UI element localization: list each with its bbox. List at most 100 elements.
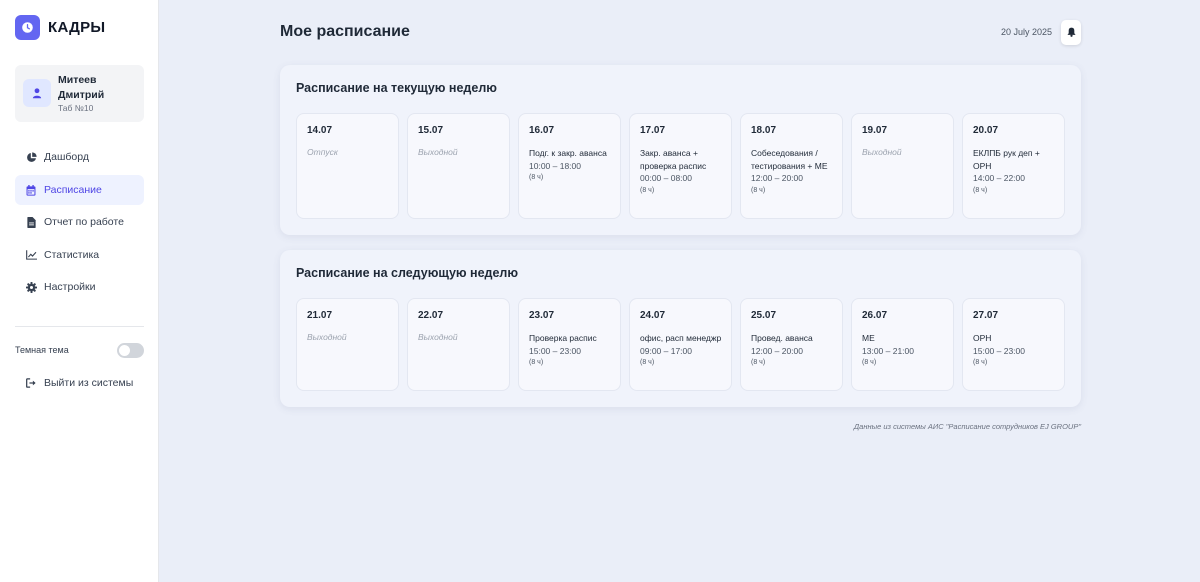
day-date: 24.07 xyxy=(640,310,666,321)
day-details: Выходной xyxy=(418,332,504,342)
day-details: ОРН 15:00 – 23:00 (8 ч) xyxy=(973,332,1059,366)
sidebar-divider xyxy=(15,326,144,327)
nav-item-dashboard[interactable]: Дашборд xyxy=(15,142,144,172)
day-card[interactable]: 16.07 Подг. к закр. аванса 10:00 – 18:00 (8… xyxy=(518,113,621,219)
day-details: Отпуск xyxy=(307,147,393,157)
day-card[interactable]: 18.07 Собеседования / тестирования + МЕ 12… xyxy=(740,113,843,219)
dark-theme-label: Темная тема xyxy=(15,345,69,355)
day-date: 19.07 xyxy=(862,125,888,136)
day-card[interactable]: 27.07 ОРН 15:00 – 23:00 (8 ч) xyxy=(962,298,1065,391)
nav-label: Расписание xyxy=(44,184,102,196)
day-details: Собеседования / тестирования + МЕ 12:00 –… xyxy=(751,147,837,194)
nav-label: Дашборд xyxy=(44,151,89,163)
bell-icon xyxy=(1066,24,1076,42)
shift-name: ОРН xyxy=(973,333,992,343)
shift-name: Проверка распис xyxy=(529,333,597,343)
shift-hours: (8 ч) xyxy=(862,359,877,366)
notifications-button[interactable] xyxy=(1061,20,1081,45)
shift-hours: (8 ч) xyxy=(973,186,988,194)
shift-hours: (8 ч) xyxy=(529,359,544,366)
shift-name: Закр. аванса + проверка распис xyxy=(640,148,707,171)
data-source-note: Данные из системы АИС "Расписание сотруд… xyxy=(853,422,1081,431)
shift-name: Провед. аванса xyxy=(751,333,813,343)
day-details: Проверка распис 15:00 – 23:00 (8 ч) xyxy=(529,332,615,366)
day-card[interactable]: 25.07 Провед. аванса 12:00 – 20:00 (8 ч) xyxy=(740,298,843,391)
clock-icon xyxy=(15,15,40,40)
nav-item-statistics[interactable]: Статистика xyxy=(15,240,144,270)
page-title: Мое расписание xyxy=(280,23,410,40)
shift-hours: (8 ч) xyxy=(751,186,766,194)
day-date: 14.07 xyxy=(307,125,333,136)
next-week-panel: Расписание на следующую неделю 21.07 Выхо… xyxy=(280,250,1081,407)
shift-name: Подг. к закр. аванса xyxy=(529,148,607,158)
dark-theme-toggle[interactable] xyxy=(117,343,144,358)
shift-time: 09:00 – 17:00 xyxy=(640,345,692,356)
day-status: Выходной xyxy=(418,332,458,342)
day-details: Выходной xyxy=(418,147,504,157)
day-card[interactable]: 17.07 Закр. аванса + проверка распис 00:00… xyxy=(629,113,732,219)
calendar-icon xyxy=(25,184,37,196)
day-status: Выходной xyxy=(418,147,458,157)
day-details: офис, расп менеджр 09:00 – 17:00 (8 ч) xyxy=(640,332,726,366)
shift-time: 00:00 – 08:00 xyxy=(640,173,692,183)
day-card[interactable]: 26.07 МЕ 13:00 – 21:00 (8 ч) xyxy=(851,298,954,391)
day-card[interactable]: 21.07 Выходной xyxy=(296,298,399,391)
pie-chart-icon xyxy=(25,151,37,163)
day-date: 21.07 xyxy=(307,310,333,321)
user-icon xyxy=(23,79,51,107)
gear-icon xyxy=(25,281,37,293)
day-status: Выходной xyxy=(307,332,347,342)
day-details: Подг. к закр. аванса 10:00 – 18:00 (8 ч) xyxy=(529,147,615,181)
shift-time: 10:00 – 18:00 xyxy=(529,160,581,171)
shift-time: 15:00 – 23:00 xyxy=(973,345,1025,356)
current-week-title: Расписание на текущую неделю xyxy=(296,81,497,95)
shift-hours: (8 ч) xyxy=(640,359,655,366)
day-card[interactable]: 24.07 офис, расп менеджр 09:00 – 17:00 (8 ч… xyxy=(629,298,732,391)
app-logo[interactable]: КАДРЫ xyxy=(15,15,105,40)
shift-time: 13:00 – 21:00 xyxy=(862,345,914,356)
day-card[interactable]: 19.07 Выходной xyxy=(851,113,954,219)
day-card[interactable]: 22.07 Выходной xyxy=(407,298,510,391)
day-date: 26.07 xyxy=(862,310,888,321)
day-date: 23.07 xyxy=(529,310,555,321)
user-name: Митеев Дмитрий xyxy=(58,74,105,101)
shift-name: МЕ xyxy=(862,333,875,343)
sidebar: КАДРЫ Митеев Дмитрий Таб №10 Дашборд Рас… xyxy=(0,0,159,582)
day-date: 27.07 xyxy=(973,310,999,321)
day-card[interactable]: 20.07 ЕКЛПБ рук деп + ОРН 14:00 – 22:00 (8 … xyxy=(962,113,1065,219)
nav-label: Статистика xyxy=(44,249,100,261)
nav-item-work-report[interactable]: Отчет по работе xyxy=(15,207,144,237)
next-week-title: Расписание на следующую неделю xyxy=(296,266,519,280)
day-date: 15.07 xyxy=(418,125,444,136)
day-date: 25.07 xyxy=(751,310,777,321)
day-card[interactable]: 15.07 Выходной xyxy=(407,113,510,219)
user-tab-number: Таб №10 xyxy=(58,103,94,113)
user-card[interactable]: Митеев Дмитрий Таб №10 xyxy=(15,65,144,122)
shift-name: офис, расп менеджр xyxy=(640,333,722,343)
nav-item-settings[interactable]: Настройки xyxy=(15,272,144,302)
nav-item-schedule[interactable]: Расписание xyxy=(15,175,144,205)
day-date: 18.07 xyxy=(751,125,777,136)
day-status: Отпуск xyxy=(307,147,338,157)
logout-button[interactable]: Выйти из системы xyxy=(15,368,144,398)
shift-time: 12:00 – 20:00 xyxy=(751,173,803,183)
day-card[interactable]: 23.07 Проверка распис 15:00 – 23:00 (8 ч) xyxy=(518,298,621,391)
day-details: Выходной xyxy=(862,147,948,157)
shift-hours: (8 ч) xyxy=(973,359,988,366)
day-card[interactable]: 14.07 Отпуск xyxy=(296,113,399,219)
day-details: МЕ 13:00 – 21:00 (8 ч) xyxy=(862,332,948,366)
day-date: 16.07 xyxy=(529,125,555,136)
shift-hours: (8 ч) xyxy=(529,174,544,181)
current-week-panel: Расписание на текущую неделю 14.07 Отпуск… xyxy=(280,65,1081,235)
shift-time: 14:00 – 22:00 xyxy=(973,173,1025,183)
day-date: 20.07 xyxy=(973,125,999,136)
shift-name: ЕКЛПБ рук деп + ОРН xyxy=(973,148,1040,171)
shift-hours: (8 ч) xyxy=(751,359,766,366)
document-icon xyxy=(25,216,37,228)
app-title: КАДРЫ xyxy=(48,19,106,36)
logout-label: Выйти из системы xyxy=(44,377,134,389)
day-details: ЕКЛПБ рук деп + ОРН 14:00 – 22:00 (8 ч) xyxy=(973,147,1059,194)
day-details: Провед. аванса 12:00 – 20:00 (8 ч) xyxy=(751,332,837,366)
shift-name: Собеседования / тестирования + МЕ xyxy=(751,148,828,171)
day-date: 17.07 xyxy=(640,125,666,136)
